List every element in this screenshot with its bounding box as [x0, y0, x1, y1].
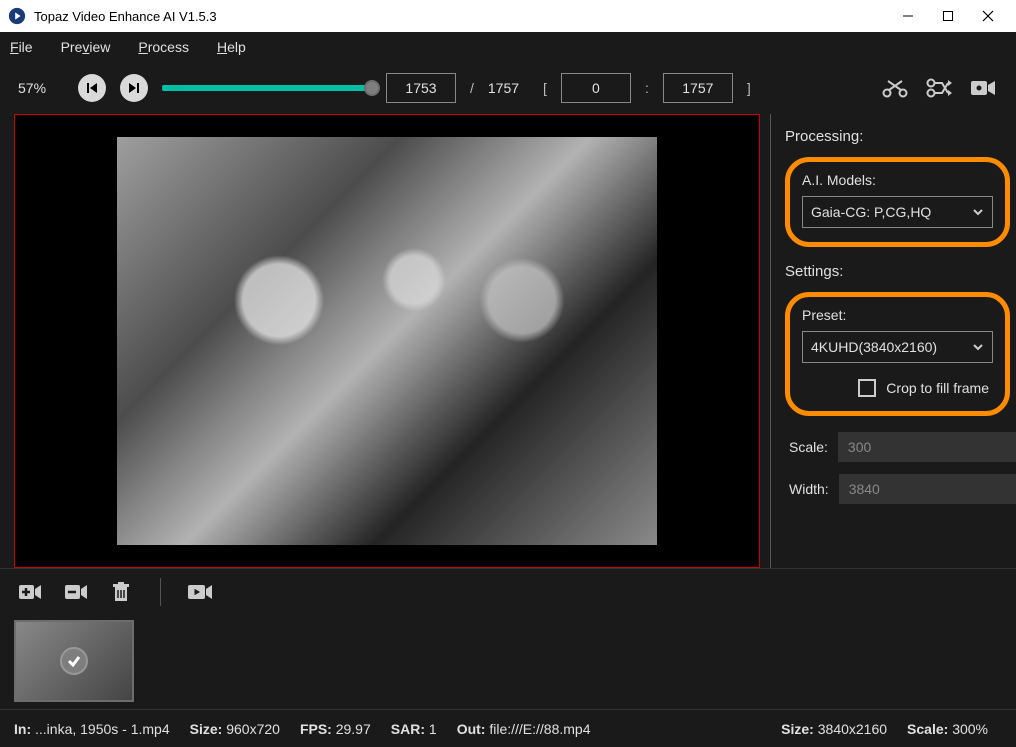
- window-title: Topaz Video Enhance AI V1.5.3: [34, 9, 888, 24]
- crop-checkbox[interactable]: [858, 379, 876, 397]
- status-scale-label: Scale:: [907, 721, 948, 737]
- status-sar-label: SAR:: [391, 721, 425, 737]
- scale-input[interactable]: [838, 432, 1016, 462]
- range-end-bracket: ]: [747, 80, 751, 96]
- range-colon: :: [645, 80, 649, 96]
- preview-image: [117, 137, 657, 545]
- app-logo-icon: [8, 7, 26, 25]
- range-end-input[interactable]: [663, 73, 733, 103]
- preset-value: 4KUHD(3840x2160): [811, 339, 937, 355]
- shuffle-button[interactable]: [924, 76, 954, 100]
- zoom-display: 57%: [18, 80, 64, 96]
- menu-file[interactable]: File: [10, 39, 33, 55]
- chevron-down-icon: [972, 206, 984, 218]
- preview-viewport[interactable]: [14, 114, 760, 568]
- total-frames: 1757: [488, 80, 519, 96]
- slider-thumb[interactable]: [364, 80, 380, 96]
- export-button[interactable]: [187, 581, 213, 603]
- preset-label: Preset:: [802, 307, 993, 323]
- status-size1-label: Size:: [190, 721, 223, 737]
- status-fps-label: FPS:: [300, 721, 332, 737]
- chevron-down-icon: [972, 341, 984, 353]
- preset-group: Preset: 4KUHD(3840x2160) Crop to fill fr…: [785, 292, 1010, 416]
- thumbnail-row: [0, 614, 1016, 709]
- ai-models-group: A.I. Models: Gaia-CG: P,CG,HQ: [785, 157, 1010, 247]
- timeline-slider[interactable]: [162, 85, 372, 91]
- delete-button[interactable]: [108, 581, 134, 603]
- status-sar-value: 1: [429, 721, 437, 737]
- record-button[interactable]: [968, 76, 998, 100]
- menu-preview[interactable]: Preview: [61, 39, 111, 55]
- clip-thumbnail[interactable]: [14, 620, 134, 702]
- toolbar-divider: [160, 578, 161, 606]
- menubar: File Preview Process Help: [0, 32, 1016, 62]
- status-fps-value: 29.97: [336, 721, 371, 737]
- preset-select[interactable]: 4KUHD(3840x2160): [802, 331, 993, 363]
- status-out-value: file:///E://88.mp4: [489, 721, 590, 737]
- frame-separator: /: [470, 80, 474, 96]
- cut-button[interactable]: [880, 76, 910, 100]
- next-frame-button[interactable]: [120, 74, 148, 102]
- scale-label: Scale:: [789, 439, 828, 455]
- toolbar: 57% / 1757 [ : ]: [0, 62, 1016, 114]
- done-badge: [60, 647, 88, 675]
- ai-models-value: Gaia-CG: P,CG,HQ: [811, 204, 931, 220]
- status-size2-label: Size:: [781, 721, 814, 737]
- minimize-button[interactable]: [888, 0, 928, 32]
- ai-models-select[interactable]: Gaia-CG: P,CG,HQ: [802, 196, 993, 228]
- side-panel: Processing: A.I. Models: Gaia-CG: P,CG,H…: [770, 114, 1016, 568]
- menu-process[interactable]: Process: [138, 39, 189, 55]
- width-input[interactable]: [839, 474, 1016, 504]
- status-scale-value: 300%: [952, 721, 988, 737]
- remove-clip-button[interactable]: [62, 581, 88, 603]
- status-in-label: In:: [14, 721, 31, 737]
- crop-label: Crop to fill frame: [886, 380, 989, 396]
- close-button[interactable]: [968, 0, 1008, 32]
- ai-models-label: A.I. Models:: [802, 172, 993, 188]
- width-label: Width:: [789, 481, 829, 497]
- status-size1-value: 960x720: [226, 721, 280, 737]
- status-in-value: ...inka, 1950s - 1.mp4: [35, 721, 170, 737]
- titlebar: Topaz Video Enhance AI V1.5.3: [0, 0, 1016, 32]
- bottom-toolbar: [0, 568, 1016, 614]
- prev-frame-button[interactable]: [78, 74, 106, 102]
- status-out-label: Out:: [457, 721, 486, 737]
- menu-help[interactable]: Help: [217, 39, 246, 55]
- main-area: Processing: A.I. Models: Gaia-CG: P,CG,H…: [0, 114, 1016, 568]
- range-start-input[interactable]: [561, 73, 631, 103]
- status-bar: In: ...inka, 1950s - 1.mp4 Size: 960x720…: [0, 709, 1016, 747]
- processing-heading: Processing:: [785, 128, 1016, 145]
- add-clip-button[interactable]: [16, 581, 42, 603]
- range-start-bracket: [: [543, 80, 547, 96]
- status-size2-value: 3840x2160: [818, 721, 887, 737]
- maximize-button[interactable]: [928, 0, 968, 32]
- settings-heading: Settings:: [785, 263, 1016, 280]
- current-frame-input[interactable]: [386, 73, 456, 103]
